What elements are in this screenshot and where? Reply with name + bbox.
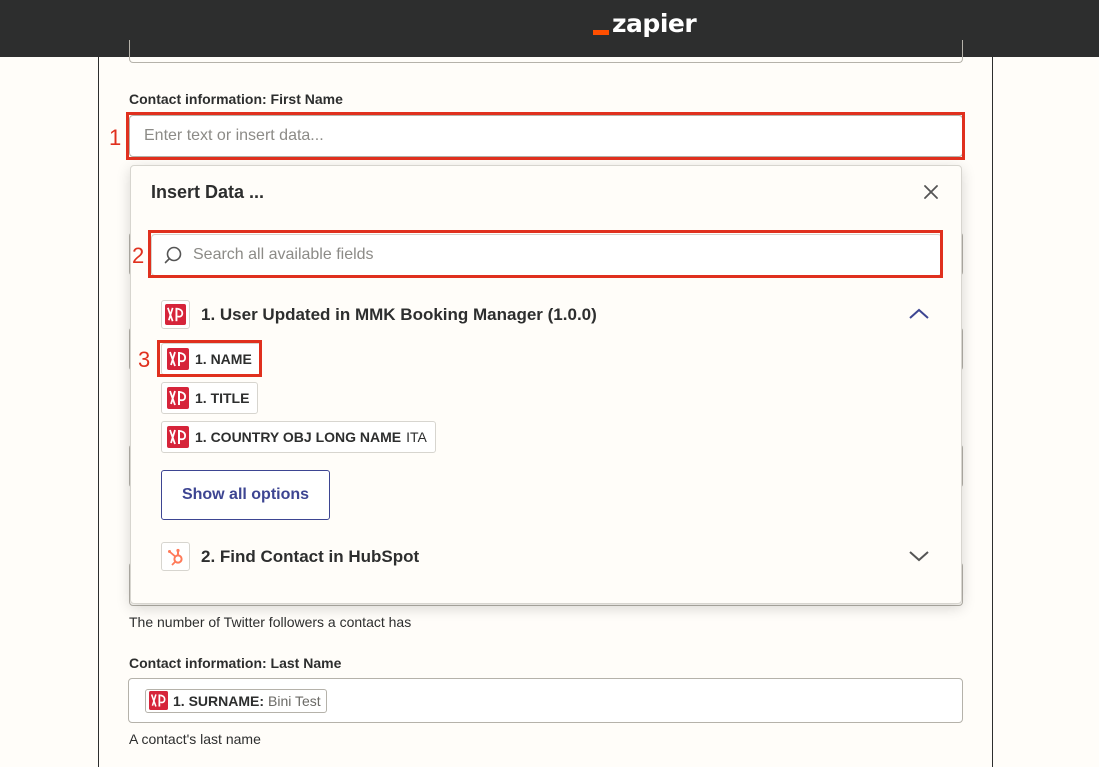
last-name-input[interactable]: 1. SURNAME: Bini Test xyxy=(128,678,963,723)
annotation-number-2: 2 xyxy=(132,243,145,268)
annotation-box-3 xyxy=(157,340,262,377)
zapier-logo-mark xyxy=(593,30,609,35)
annotation-box-2 xyxy=(148,230,943,278)
annotation-number-3: 3 xyxy=(138,347,151,372)
annotation-number-1: 1 xyxy=(109,125,122,150)
surname-token[interactable]: 1. SURNAME: Bini Test xyxy=(145,688,327,713)
zapier-logo-text: zapier xyxy=(612,9,697,38)
mmk-app-icon xyxy=(167,426,189,448)
field-option-label: 1. TITLE xyxy=(195,390,250,406)
previous-field-input[interactable] xyxy=(129,40,963,63)
show-all-options-button[interactable]: Show all options xyxy=(161,470,330,520)
last-name-label: Contact information: Last Name xyxy=(129,655,342,671)
field-option-title[interactable]: 1. TITLE xyxy=(161,382,259,414)
surname-token-label: 1. SURNAME: xyxy=(173,692,265,709)
first-name-label: Contact information: First Name xyxy=(129,91,343,107)
step-2-header[interactable]: 2. Find Contact in HubSpot xyxy=(161,542,931,571)
step-1-title: 1. User Updated in MMK Booking Manager (… xyxy=(201,304,597,324)
surname-token-value: Bini Test xyxy=(268,692,321,709)
mmk-app-icon xyxy=(161,300,190,329)
hubspot-icon xyxy=(161,542,190,571)
mmk-app-icon xyxy=(149,691,168,710)
close-icon[interactable] xyxy=(919,180,943,204)
chevron-down-icon[interactable] xyxy=(907,544,931,568)
annotation-box-1 xyxy=(126,112,965,160)
zapier-logo[interactable]: zapier xyxy=(593,9,697,39)
field-option-sample: ITA xyxy=(406,429,427,445)
twitter-followers-help: The number of Twitter followers a contac… xyxy=(129,614,412,630)
field-option-country[interactable]: 1. COUNTRY OBJ LONG NAME ITA xyxy=(161,421,436,453)
step-1-header[interactable]: 1. User Updated in MMK Booking Manager (… xyxy=(161,300,931,329)
mmk-app-icon xyxy=(167,387,189,409)
insert-data-title: Insert Data ... xyxy=(151,182,265,202)
field-option-label: 1. COUNTRY OBJ LONG NAME xyxy=(195,429,402,445)
last-name-help: A contact's last name xyxy=(129,731,261,747)
chevron-up-icon[interactable] xyxy=(907,302,931,326)
step-2-title: 2. Find Contact in HubSpot xyxy=(201,546,420,566)
